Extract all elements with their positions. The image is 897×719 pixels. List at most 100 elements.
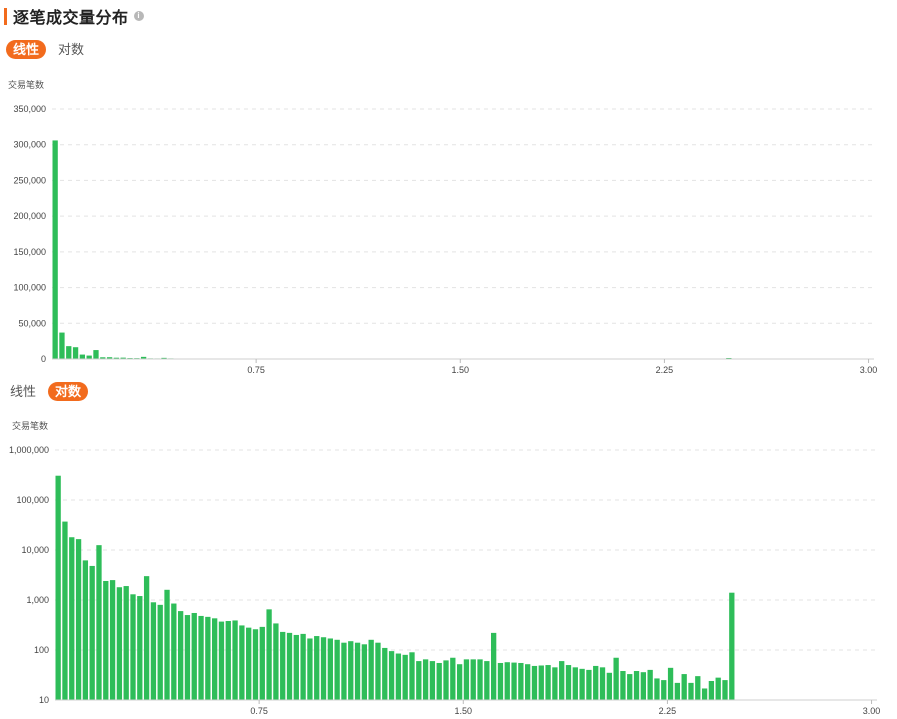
- histogram-bar[interactable]: [695, 676, 701, 700]
- histogram-bar[interactable]: [143, 576, 150, 700]
- histogram-bar[interactable]: [348, 641, 354, 700]
- histogram-bar[interactable]: [531, 665, 538, 700]
- histogram-bar[interactable]: [327, 638, 333, 700]
- histogram-bar[interactable]: [667, 667, 674, 700]
- histogram-bar[interactable]: [456, 664, 463, 700]
- histogram-bar[interactable]: [266, 609, 272, 700]
- histogram-bar[interactable]: [273, 623, 279, 700]
- histogram-bar[interactable]: [368, 639, 374, 700]
- histogram-bar[interactable]: [586, 669, 592, 700]
- histogram-bar[interactable]: [191, 612, 197, 700]
- histogram-bar[interactable]: [116, 587, 123, 700]
- histogram-bar[interactable]: [565, 665, 572, 700]
- histogram-bar[interactable]: [559, 661, 565, 700]
- histogram-bar[interactable]: [708, 680, 715, 700]
- histogram-bar[interactable]: [429, 661, 436, 700]
- histogram-bar[interactable]: [627, 674, 633, 700]
- histogram-bar[interactable]: [674, 682, 681, 700]
- histogram-bar[interactable]: [511, 662, 517, 700]
- histogram-bar[interactable]: [157, 604, 163, 700]
- histogram-bar[interactable]: [579, 668, 585, 700]
- histogram-bar[interactable]: [640, 672, 647, 700]
- histogram-bar[interactable]: [89, 565, 95, 700]
- histogram-bar[interactable]: [218, 621, 225, 700]
- histogram-bar[interactable]: [69, 537, 75, 700]
- histogram-bar[interactable]: [463, 659, 470, 700]
- histogram-bar[interactable]: [82, 560, 89, 700]
- histogram-bar[interactable]: [177, 611, 184, 700]
- histogram-bar[interactable]: [470, 659, 476, 700]
- histogram-bar[interactable]: [361, 644, 368, 700]
- histogram-bar[interactable]: [484, 661, 490, 700]
- histogram-bar[interactable]: [334, 639, 340, 700]
- histogram-bar[interactable]: [300, 633, 306, 700]
- histogram-bar[interactable]: [395, 653, 402, 700]
- histogram-bar[interactable]: [382, 647, 388, 700]
- histogram-bar[interactable]: [130, 594, 136, 700]
- histogram-bar[interactable]: [164, 589, 170, 700]
- histogram-bar[interactable]: [497, 662, 504, 700]
- histogram-bar[interactable]: [252, 629, 259, 700]
- histogram-bar[interactable]: [443, 660, 449, 700]
- histogram-bar[interactable]: [246, 627, 252, 700]
- histogram-bar[interactable]: [184, 615, 191, 700]
- histogram-bar[interactable]: [375, 642, 381, 700]
- histogram-bar[interactable]: [572, 667, 578, 700]
- histogram-bar[interactable]: [504, 662, 510, 700]
- histogram-bar[interactable]: [613, 657, 619, 700]
- histogram-bar[interactable]: [62, 521, 68, 700]
- histogram-bar[interactable]: [55, 475, 61, 700]
- histogram-bar[interactable]: [416, 661, 422, 700]
- histogram-bar[interactable]: [103, 580, 109, 700]
- histogram-bar[interactable]: [402, 654, 408, 700]
- histogram-bar[interactable]: [409, 652, 415, 700]
- histogram-bar[interactable]: [205, 616, 211, 700]
- histogram-bar[interactable]: [633, 671, 640, 700]
- histogram-bar[interactable]: [171, 603, 177, 700]
- histogram-bar[interactable]: [225, 621, 231, 700]
- histogram-bar[interactable]: [599, 667, 606, 700]
- histogram-bar[interactable]: [525, 664, 531, 700]
- histogram-bar[interactable]: [490, 632, 497, 700]
- histogram-bar[interactable]: [593, 665, 599, 700]
- histogram-bar[interactable]: [450, 657, 456, 700]
- histogram-bar[interactable]: [606, 672, 612, 700]
- histogram-bar[interactable]: [661, 680, 667, 700]
- histogram-bar[interactable]: [715, 677, 721, 700]
- histogram-bar[interactable]: [422, 659, 429, 700]
- histogram-bar[interactable]: [286, 632, 293, 700]
- histogram-bar[interactable]: [354, 642, 361, 700]
- histogram-bar[interactable]: [729, 592, 735, 700]
- histogram-bar[interactable]: [123, 586, 129, 700]
- histogram-bar[interactable]: [212, 618, 218, 700]
- histogram-bar[interactable]: [314, 636, 320, 700]
- histogram-bar[interactable]: [293, 634, 299, 700]
- histogram-bar[interactable]: [109, 580, 116, 700]
- histogram-bar[interactable]: [722, 680, 728, 700]
- histogram-bar[interactable]: [341, 642, 347, 700]
- histogram-bar[interactable]: [137, 596, 143, 700]
- histogram-bar[interactable]: [388, 651, 395, 700]
- histogram-bar[interactable]: [538, 665, 544, 700]
- histogram-bar[interactable]: [620, 671, 626, 700]
- histogram-bar[interactable]: [280, 631, 286, 700]
- histogram-bar[interactable]: [518, 662, 524, 700]
- histogram-bar[interactable]: [198, 615, 204, 700]
- histogram-bar[interactable]: [320, 637, 327, 700]
- histogram-bar[interactable]: [96, 545, 102, 700]
- histogram-bar[interactable]: [552, 667, 558, 700]
- histogram-bar[interactable]: [150, 602, 157, 700]
- histogram-bar[interactable]: [545, 665, 551, 700]
- histogram-bar[interactable]: [681, 674, 687, 700]
- histogram-bar[interactable]: [477, 659, 483, 700]
- histogram-bar[interactable]: [259, 626, 265, 700]
- histogram-bar[interactable]: [688, 682, 694, 700]
- histogram-bar[interactable]: [307, 638, 313, 700]
- histogram-bar[interactable]: [75, 539, 82, 700]
- histogram-bar[interactable]: [647, 669, 653, 700]
- histogram-bar[interactable]: [239, 625, 245, 700]
- histogram-bar[interactable]: [701, 688, 708, 700]
- histogram-bar[interactable]: [232, 620, 238, 700]
- histogram-bar[interactable]: [654, 678, 660, 700]
- histogram-bar[interactable]: [436, 662, 442, 700]
